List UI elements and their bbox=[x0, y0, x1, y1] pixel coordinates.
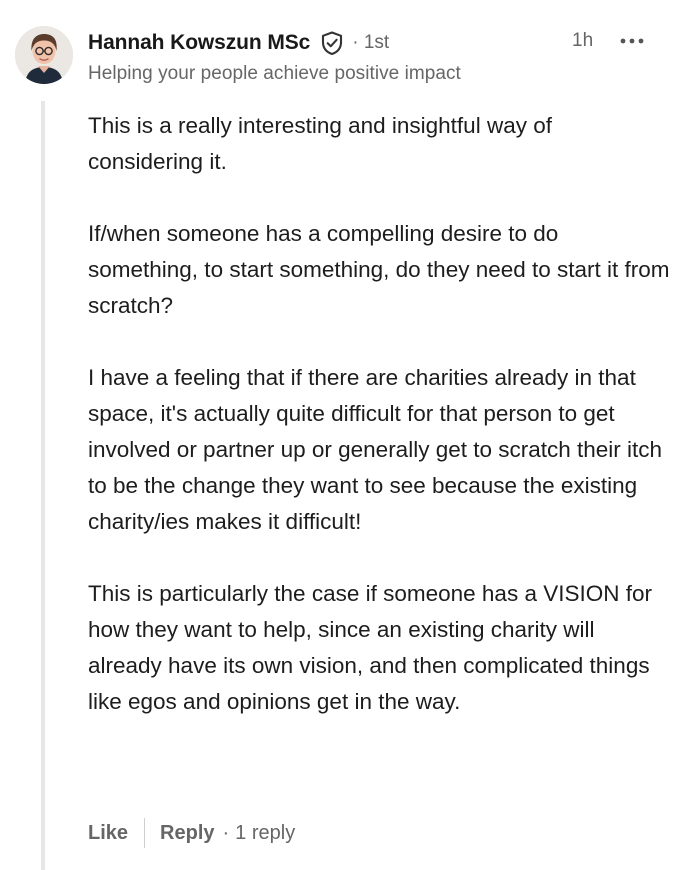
separator-dot: · bbox=[222, 821, 230, 844]
comment-body: This is a really interesting and insight… bbox=[88, 108, 673, 720]
thread-line bbox=[41, 101, 45, 870]
comment-time: 1h bbox=[572, 30, 594, 51]
profile-photo-icon bbox=[15, 26, 73, 84]
reply-button[interactable]: Reply bbox=[160, 822, 214, 845]
author-headline: Helping your people achieve positive imp… bbox=[88, 63, 461, 84]
comment: Hannah Kowszun MSc · 1st 1h Helping your… bbox=[0, 0, 680, 870]
ellipsis-icon[interactable] bbox=[619, 34, 647, 48]
author-row: Hannah Kowszun MSc · 1st bbox=[88, 28, 389, 58]
shield-check-icon bbox=[319, 30, 345, 56]
comment-actions: Like Reply · 1 reply bbox=[88, 816, 295, 850]
action-divider bbox=[144, 818, 146, 848]
comment-paragraph: This is a really interesting and insight… bbox=[88, 113, 552, 174]
connection-degree: · 1st bbox=[352, 32, 390, 53]
comment-paragraph: This is particularly the case if someone… bbox=[88, 581, 652, 714]
reply-count-link[interactable]: 1 reply bbox=[235, 822, 295, 845]
comment-paragraph: I have a feeling that if there are chari… bbox=[88, 365, 663, 534]
comment-header: Hannah Kowszun MSc · 1st 1h Helping your… bbox=[88, 26, 680, 90]
author-name[interactable]: Hannah Kowszun MSc bbox=[88, 31, 310, 55]
avatar[interactable] bbox=[15, 26, 73, 84]
comment-paragraph: If/when someone has a compelling desire … bbox=[88, 221, 670, 318]
like-button[interactable]: Like bbox=[88, 822, 128, 845]
